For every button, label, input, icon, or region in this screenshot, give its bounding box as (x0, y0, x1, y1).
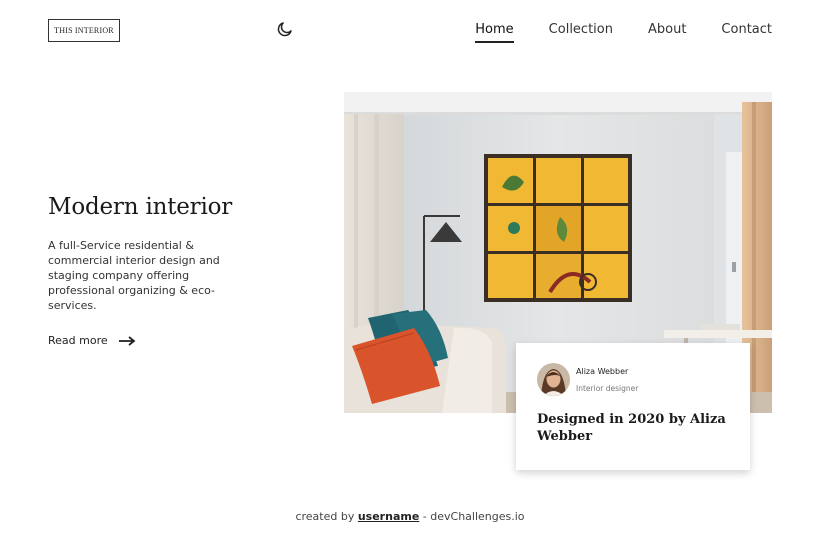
arrow-right-icon (118, 335, 136, 346)
card-title: Designed in 2020 by Aliza Webber (537, 412, 726, 444)
avatar (537, 363, 570, 396)
nav-item-collection[interactable]: Collection (549, 22, 613, 43)
author-role: Interior designer (576, 384, 639, 393)
hero-description: A full-Service residential & commercial … (48, 239, 220, 312)
read-more-link[interactable]: Read more (48, 334, 136, 347)
logo[interactable]: THIS INTERIOR (48, 19, 120, 42)
nav-item-contact[interactable]: Contact (721, 22, 772, 43)
author-name: Aliza Webber (576, 367, 629, 376)
footer-username-link[interactable]: username (358, 510, 419, 523)
nav-item-home[interactable]: Home (475, 22, 514, 43)
nav-item-about[interactable]: About (648, 22, 686, 43)
read-more-label: Read more (48, 334, 108, 347)
footer-prefix: created by (295, 510, 355, 523)
designer-card: Aliza Webber Interior designer Designed … (516, 343, 750, 470)
footer: created by username - devChallenges.io (0, 510, 820, 523)
footer-suffix: - devChallenges.io (422, 510, 525, 523)
moon-icon[interactable] (276, 20, 294, 38)
hero-title: Modern interior (48, 194, 233, 220)
main-nav: Home Collection About Contact (475, 22, 772, 43)
